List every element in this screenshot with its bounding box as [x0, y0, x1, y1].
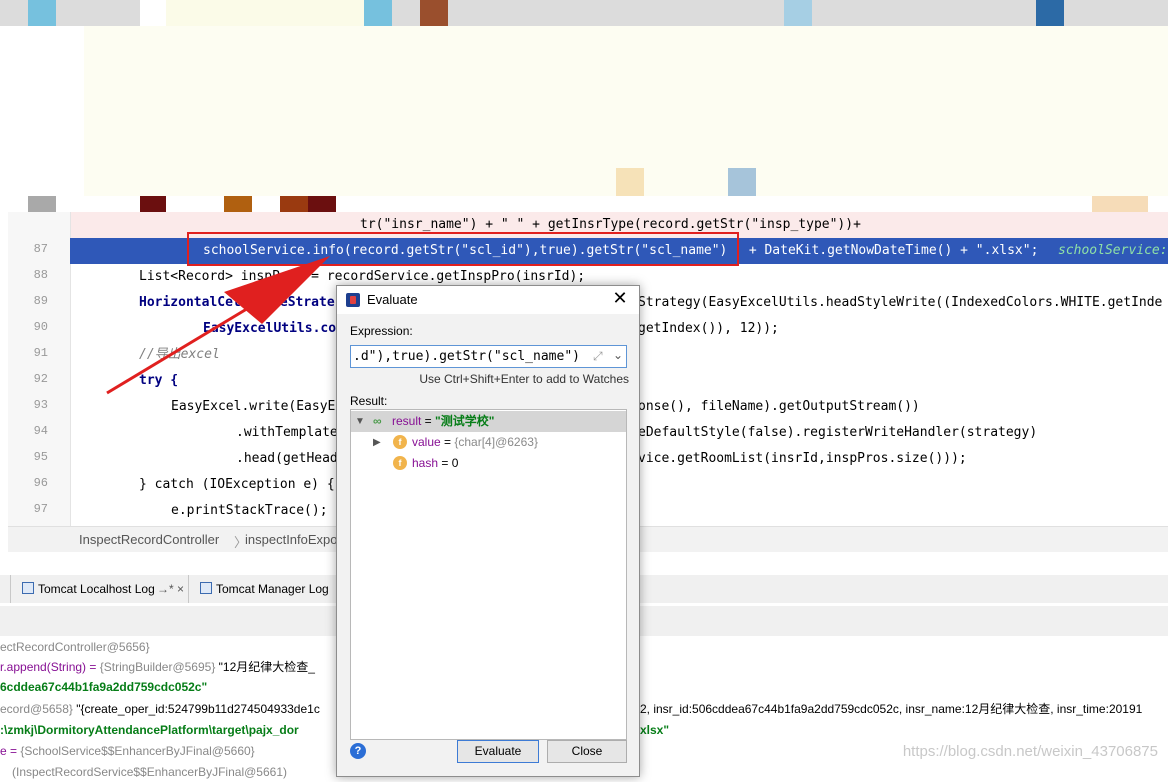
chevron-down-icon[interactable]: ▼: [355, 411, 365, 432]
evaluate-button[interactable]: Evaluate: [457, 740, 539, 763]
field-type: {char[4]@6263}: [454, 435, 538, 449]
field-eq: =: [438, 456, 452, 470]
watch-result-icon: ∞: [373, 414, 382, 428]
dialog-title: Evaluate: [367, 292, 418, 307]
close-button[interactable]: Close: [547, 740, 627, 763]
chevron-down-icon[interactable]: ⌄: [613, 348, 623, 362]
tree-row-value[interactable]: ▶ f value = {char[4]@6263}: [351, 432, 538, 453]
result-value: "测试学校": [435, 414, 495, 428]
chevron-right-icon[interactable]: ▶: [373, 432, 381, 453]
field-name: hash: [412, 456, 439, 470]
watches-hint: Use Ctrl+Shift+Enter to add to Watches: [419, 372, 629, 386]
tree-node-text: hash = 0: [412, 453, 458, 474]
expression-value: .d"),true).getStr("scl_name"): [353, 349, 580, 364]
result-tree[interactable]: ▼ ∞ result = "测试学校" ▶ f value = {char[4]…: [350, 409, 627, 740]
tree-row-hash[interactable]: f hash = 0: [351, 453, 458, 474]
tree-row-result[interactable]: ▼ ∞ result = "测试学校": [351, 411, 626, 432]
expand-icon[interactable]: ⤢: [593, 349, 603, 364]
intellij-app-icon: [346, 293, 360, 307]
help-icon[interactable]: ?: [350, 743, 366, 759]
field-value: 0: [451, 456, 459, 470]
tree-node-text: value = {char[4]@6263}: [412, 432, 538, 453]
result-name: result: [392, 414, 422, 428]
result-eq: =: [421, 414, 436, 428]
field-name: value: [412, 435, 441, 449]
tree-node-text: result = "测试学校": [392, 411, 494, 432]
evaluate-dialog: Evaluate ✕ Expression: .d"),true).getStr…: [336, 285, 640, 777]
close-icon[interactable]: ✕: [609, 288, 631, 309]
field-icon: f: [393, 456, 407, 470]
expression-label: Expression:: [350, 324, 413, 338]
field-icon: f: [393, 435, 407, 449]
result-label: Result:: [350, 394, 388, 408]
expression-input[interactable]: .d"),true).getStr("scl_name") ⤢ ⌄: [350, 345, 627, 368]
field-eq: =: [440, 435, 455, 449]
dialog-title-bar[interactable]: Evaluate ✕: [337, 286, 639, 314]
